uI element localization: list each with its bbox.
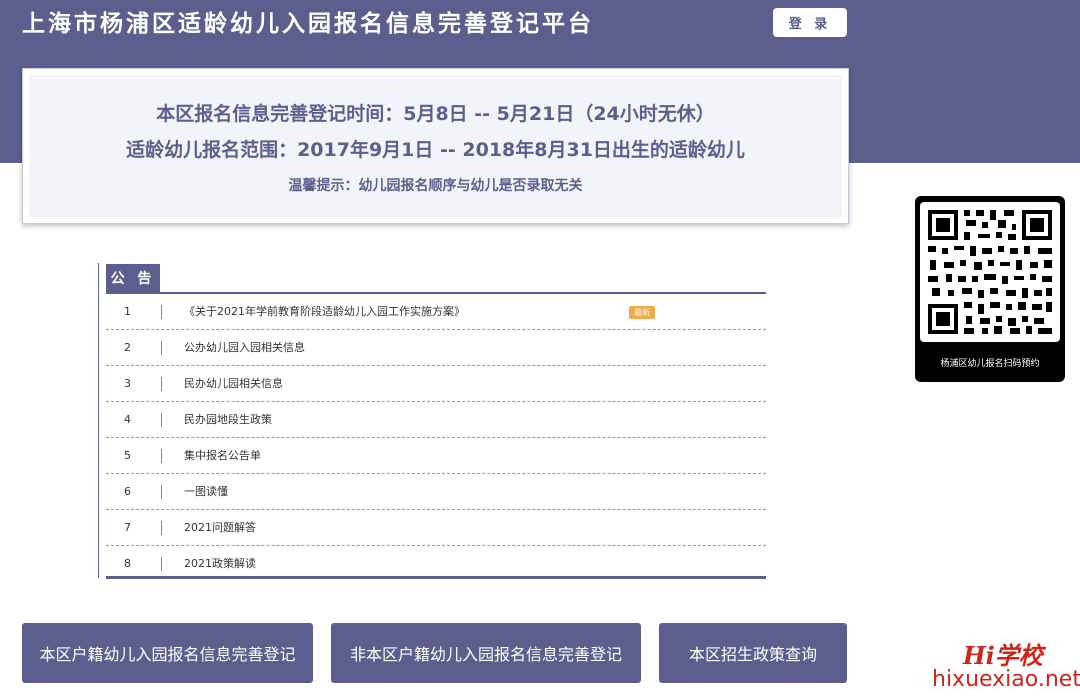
login-button[interactable]: 登 录 [773, 8, 847, 37]
notice-item-separator [161, 485, 162, 499]
notice-list: 1 《关于2021年学前教育阶段适龄幼儿入园工作实施方案》 最新 2 公办幼儿园… [106, 294, 766, 581]
new-badge: 最新 [629, 306, 655, 319]
notice-item-separator [161, 521, 162, 535]
watermark-logo: Hi学校 [963, 641, 1043, 670]
notice-item-title[interactable]: 公办幼儿园入园相关信息 [184, 330, 305, 365]
reminder-text: 温馨提示：幼儿园报名顺序与幼儿是否录取无关 [288, 178, 583, 194]
notice-item-title[interactable]: 《关于2021年学前教育阶段适龄幼儿入园工作实施方案》 [184, 294, 465, 329]
notice-item-2[interactable]: 2 公办幼儿园入园相关信息 [106, 330, 766, 366]
notice-item-title[interactable]: 民办幼儿园相关信息 [184, 366, 283, 401]
notice-item-title[interactable]: 2021问题解答 [184, 510, 256, 545]
notice-item-1[interactable]: 1 《关于2021年学前教育阶段适龄幼儿入园工作实施方案》 最新 [106, 294, 766, 330]
eligibility-range-text: 适龄幼儿报名范围：2017年9月1日 -- 2018年8月31日出生的适龄幼儿 [126, 139, 745, 161]
notice-panel: 公 告 1 《关于2021年学前教育阶段适龄幼儿入园工作实施方案》 最新 2 公… [98, 263, 766, 581]
notice-item-number: 7 [124, 521, 131, 534]
registration-info-box: 本区报名信息完善登记时间：5月8日 -- 5月21日（24小时无休） 适龄幼儿报… [22, 68, 849, 224]
notice-item-separator [161, 413, 162, 427]
local-registration-button[interactable]: 本区户籍幼儿入园报名信息完善登记 [22, 623, 313, 683]
notice-item-separator [161, 377, 162, 391]
notice-item-4[interactable]: 4 民办园地段生政策 [106, 402, 766, 438]
notice-item-number: 2 [124, 341, 131, 354]
notice-item-separator [161, 449, 162, 463]
notice-item-number: 5 [124, 449, 131, 462]
notice-item-separator [161, 305, 162, 319]
qr-code-icon [928, 210, 1052, 334]
notice-item-6[interactable]: 6 一图读懂 [106, 474, 766, 510]
registration-info-inner: 本区报名信息完善登记时间：5月8日 -- 5月21日（24小时无休） 适龄幼儿报… [29, 75, 842, 217]
qr-card: 杨浦区幼儿报名扫码预约 [915, 196, 1065, 382]
nonlocal-registration-button[interactable]: 非本区户籍幼儿入园报名信息完善登记 [331, 623, 641, 683]
qr-code-area [920, 202, 1060, 342]
notice-item-separator [161, 341, 162, 355]
notice-item-number: 4 [124, 413, 131, 426]
notice-item-5[interactable]: 5 集中报名公告单 [106, 438, 766, 474]
notice-item-title[interactable]: 民办园地段生政策 [184, 402, 272, 437]
watermark-url: hixuexiao.net [932, 667, 1080, 692]
notice-item-title[interactable]: 集中报名公告单 [184, 438, 261, 473]
policy-inquiry-button[interactable]: 本区招生政策查询 [659, 623, 847, 683]
notice-tab: 公 告 [106, 264, 160, 292]
notice-bottom-divider [106, 576, 766, 579]
site-title: 上海市杨浦区适龄幼儿入园报名信息完善登记平台 [22, 10, 594, 37]
notice-item-3[interactable]: 3 民办幼儿园相关信息 [106, 366, 766, 402]
notice-item-separator [161, 557, 162, 571]
notice-item-7[interactable]: 7 2021问题解答 [106, 510, 766, 546]
qr-caption: 杨浦区幼儿报名扫码预约 [940, 359, 1040, 369]
notice-item-number: 1 [124, 305, 131, 318]
notice-item-number: 6 [124, 485, 131, 498]
notice-item-number: 3 [124, 377, 131, 390]
registration-period-text: 本区报名信息完善登记时间：5月8日 -- 5月21日（24小时无休） [156, 103, 715, 125]
notice-item-title[interactable]: 一图读懂 [184, 474, 228, 509]
